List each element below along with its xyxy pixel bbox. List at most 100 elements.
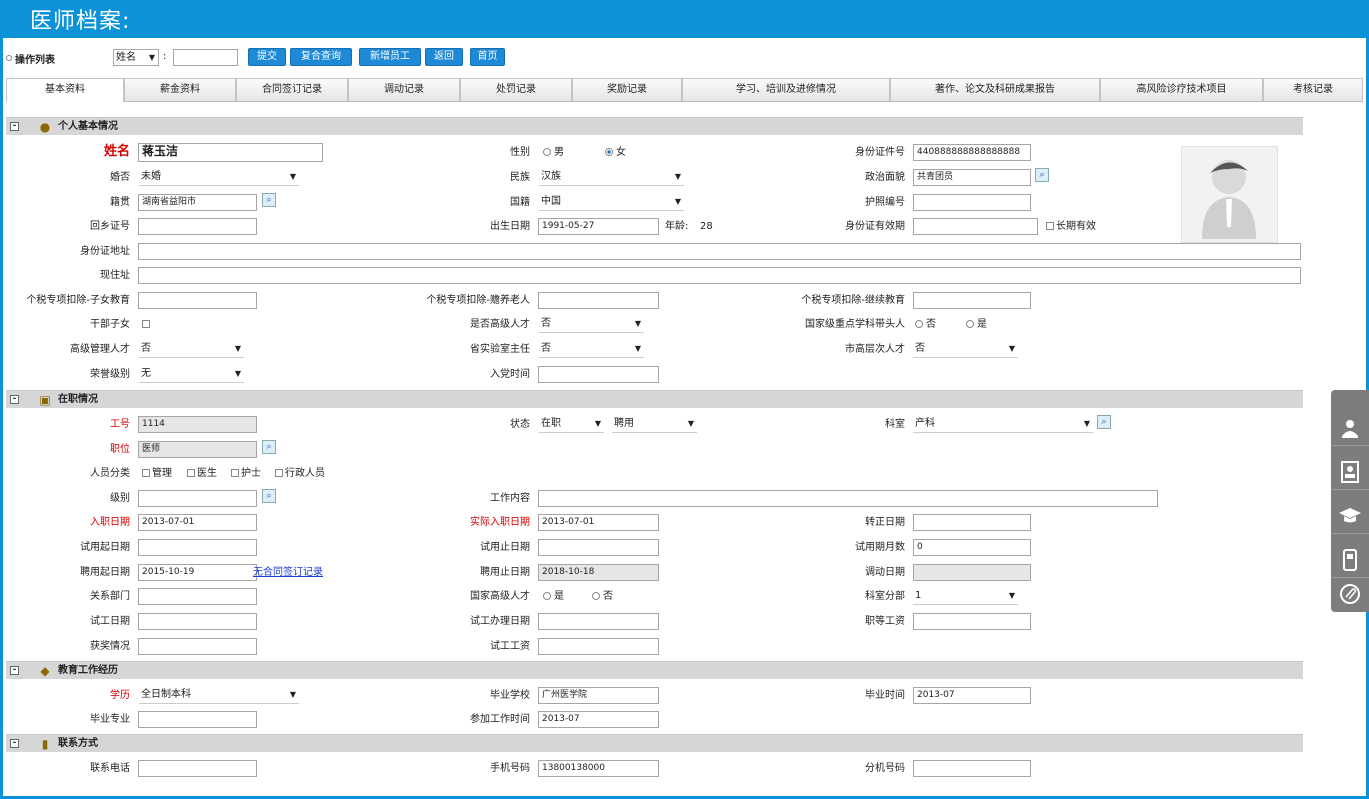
tab-publications[interactable]: 著作、论文及科研成果报告 [890, 78, 1100, 101]
search-input[interactable] [173, 49, 238, 66]
regular-date-input[interactable] [913, 514, 1031, 531]
degree-select[interactable]: 全日制本科 ▼ [139, 687, 299, 704]
work-start-input[interactable]: 2013-07 [538, 711, 659, 728]
grad-time-input[interactable]: 2013-07 [913, 687, 1031, 704]
cadre-child-checkbox[interactable] [142, 317, 152, 333]
long-term-checkbox[interactable]: 长期有效 [1046, 219, 1096, 235]
current-address-input[interactable] [138, 267, 1301, 284]
collapse-icon[interactable]: - [10, 739, 19, 748]
national-talent-no-radio[interactable]: 否 [592, 589, 613, 605]
trial-proc-input[interactable] [538, 613, 659, 630]
section-basic-info[interactable]: - ● 个人基本情况 [6, 117, 1303, 135]
tab-assessment[interactable]: 考核记录 [1263, 78, 1363, 101]
tax-edu-input[interactable] [913, 292, 1031, 309]
trial-months-input[interactable]: 0 [913, 539, 1031, 556]
phone-icon[interactable] [1331, 542, 1369, 578]
id-badge-icon[interactable] [1331, 454, 1369, 490]
award-input[interactable] [138, 638, 257, 655]
collapse-icon[interactable]: - [10, 666, 19, 675]
work-content-input[interactable] [538, 490, 1158, 507]
transfer-date-input[interactable] [913, 564, 1031, 581]
honor-level-select[interactable]: 无 ▼ [139, 366, 244, 383]
id-address-input[interactable] [138, 243, 1301, 260]
married-select[interactable]: 未婚 ▼ [139, 169, 299, 186]
category-nurse-checkbox[interactable]: 护士 [231, 466, 261, 482]
section-contact[interactable]: - ▮ 联系方式 [6, 734, 1303, 752]
passport-input[interactable] [913, 194, 1031, 211]
native-input[interactable]: 湖南省益阳市 [138, 194, 257, 211]
attachment-icon[interactable] [1331, 576, 1369, 612]
search-icon[interactable]: ⌕ [1035, 168, 1049, 182]
person-icon[interactable] [1331, 410, 1369, 446]
back-button[interactable]: 返回 [425, 48, 463, 66]
search-icon[interactable]: ⌕ [1097, 415, 1111, 429]
status-select[interactable]: 在职 ▼ [539, 416, 604, 433]
position-input[interactable]: 医师 [138, 441, 257, 458]
return-permit-input[interactable] [138, 218, 257, 235]
name-input[interactable]: 蒋玉洁 [138, 143, 323, 162]
search-icon[interactable]: ⌕ [262, 489, 276, 503]
contract-record-link[interactable]: 无合同签订记录 [253, 565, 323, 581]
rank-pay-input[interactable] [913, 613, 1031, 630]
hire-end-input[interactable]: 2018-10-18 [538, 564, 659, 581]
gender-male-radio[interactable]: 男 [543, 145, 564, 161]
party-date-input[interactable] [538, 366, 659, 383]
id-valid-input[interactable] [913, 218, 1038, 235]
collapse-icon[interactable]: - [10, 395, 19, 404]
ext-input[interactable] [913, 760, 1031, 777]
political-input[interactable]: 共青团员 [913, 169, 1031, 186]
city-talent-select[interactable]: 否 ▼ [913, 341, 1018, 358]
search-icon[interactable]: ⌕ [262, 440, 276, 454]
trial-start-input[interactable] [138, 539, 257, 556]
key-subject-no-radio[interactable]: 否 [915, 317, 936, 333]
category-mgmt-checkbox[interactable]: 管理 [142, 466, 172, 482]
entry-date-input[interactable]: 2013-07-01 [138, 514, 257, 531]
trial-work-input[interactable] [138, 613, 257, 630]
category-admin-checkbox[interactable]: 行政人员 [275, 466, 325, 482]
tax-elder-input[interactable] [538, 292, 659, 309]
add-employee-button[interactable]: 新增员工 [359, 48, 421, 66]
birth-input[interactable]: 1991-05-27 [538, 218, 659, 235]
gender-female-radio[interactable]: 女 [605, 145, 626, 161]
tab-transfer[interactable]: 调动记录 [348, 78, 460, 101]
search-icon[interactable]: ⌕ [262, 193, 276, 207]
nationality-select[interactable]: 中国 ▼ [539, 194, 684, 211]
tab-reward[interactable]: 奖励记录 [572, 78, 682, 101]
major-input[interactable] [138, 711, 257, 728]
section-employment[interactable]: - ▣ 在职情况 [6, 390, 1303, 408]
tax-child-input[interactable] [138, 292, 257, 309]
id-number-input[interactable]: 440888888888888888 [913, 144, 1031, 161]
trial-end-input[interactable] [538, 539, 659, 556]
tab-high-risk[interactable]: 高风险诊疗技术项目 [1100, 78, 1263, 101]
actual-entry-input[interactable]: 2013-07-01 [538, 514, 659, 531]
tab-punishment[interactable]: 处罚记录 [460, 78, 572, 101]
section-education[interactable]: - ◆ 教育工作经历 [6, 661, 1303, 679]
tab-salary[interactable]: 薪金资料 [124, 78, 236, 101]
lab-director-select[interactable]: 否 ▼ [539, 341, 644, 358]
level-input[interactable] [138, 490, 257, 507]
national-talent-yes-radio[interactable]: 是 [543, 589, 564, 605]
employee-no-input[interactable]: 1114 [138, 416, 257, 433]
mobile-input[interactable]: 13800138000 [538, 760, 659, 777]
submit-button[interactable]: 提交 [248, 48, 286, 66]
school-input[interactable]: 广州医学院 [538, 687, 659, 704]
ethnic-select[interactable]: 汉族 ▼ [539, 169, 684, 186]
trial-pay-input[interactable] [538, 638, 659, 655]
related-dept-input[interactable] [138, 588, 257, 605]
hire-start-input[interactable]: 2015-10-19 [138, 564, 257, 581]
home-button[interactable]: 首页 [470, 48, 505, 66]
mgmt-talent-select[interactable]: 否 ▼ [139, 341, 244, 358]
graduation-cap-icon[interactable] [1331, 498, 1369, 534]
tab-contract[interactable]: 合同签订记录 [236, 78, 348, 101]
category-doctor-checkbox[interactable]: 医生 [187, 466, 217, 482]
sub-dept-select[interactable]: 1 ▼ [913, 588, 1018, 605]
avatar[interactable] [1181, 146, 1278, 243]
department-select[interactable]: 产科 ▼ [913, 416, 1093, 433]
phone-input[interactable] [138, 760, 257, 777]
key-subject-yes-radio[interactable]: 是 [966, 317, 987, 333]
tab-training[interactable]: 学习、培训及进修情况 [682, 78, 890, 101]
senior-talent-select[interactable]: 否 ▼ [539, 316, 644, 333]
collapse-icon[interactable]: - [10, 122, 19, 131]
hire-type-select[interactable]: 聘用 ▼ [612, 416, 697, 433]
compound-query-button[interactable]: 复合查询 [290, 48, 352, 66]
